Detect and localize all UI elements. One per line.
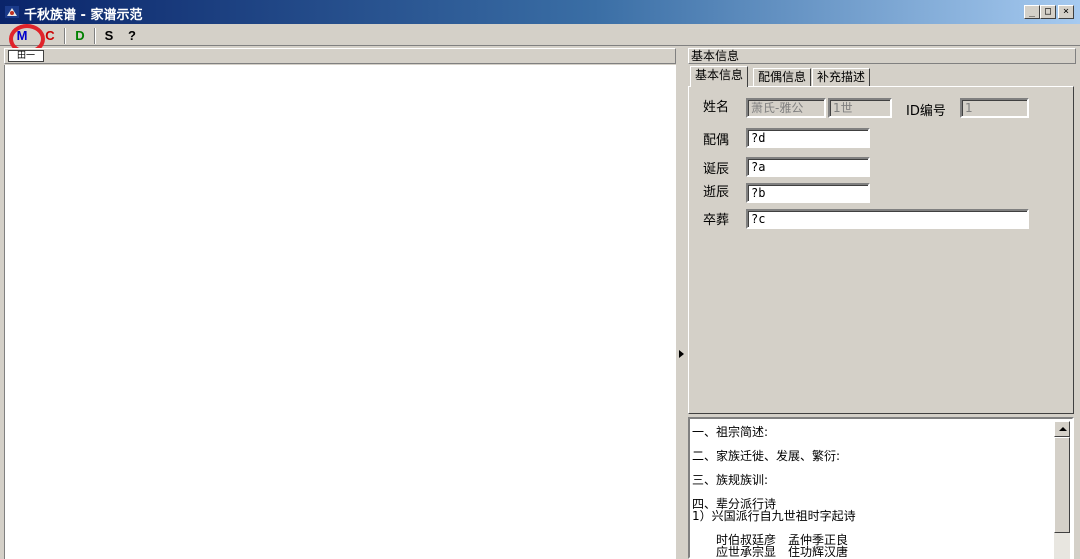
minimize-button[interactable]: _ <box>1024 5 1040 19</box>
tab-supplement[interactable]: 补充描述 <box>812 68 871 87</box>
expand-arrow-icon[interactable] <box>679 350 684 358</box>
burial-label: 卒葬 <box>703 213 730 228</box>
memo-line: 二、家族迁徙、发展、繁衍: <box>692 449 841 463</box>
toolbar-separator <box>94 28 96 44</box>
memo-line: 1）兴国派行自九世祖时字起诗 <box>692 509 856 523</box>
id-label: ID编号 <box>906 104 946 119</box>
memo-scrollbar[interactable] <box>1054 421 1070 559</box>
death-label: 逝辰 <box>703 185 730 200</box>
maximize-button[interactable]: □ <box>1040 5 1056 19</box>
memo-line: 一、祖宗简述: <box>692 425 769 439</box>
toolbar: M C D S ? <box>0 24 1080 46</box>
birth-label: 诞辰 <box>703 162 730 177</box>
pane-splitter[interactable] <box>677 48 686 559</box>
memo-line: 三、族规族训: <box>692 473 769 487</box>
name-label: 姓名 <box>703 100 730 115</box>
title-bar[interactable]: 千秋族谱 - 家谱示范 _ □ × <box>0 0 1080 24</box>
help-button[interactable]: ? <box>122 27 142 45</box>
tree-header <box>4 48 676 64</box>
window-title: 千秋族谱 - 家谱示范 <box>24 8 143 23</box>
tool-c-button[interactable]: C <box>40 27 60 45</box>
close-button[interactable]: × <box>1058 5 1074 19</box>
memo-line: 应世承宗显 住功辉汉唐 <box>716 545 849 559</box>
family-tree-area[interactable] <box>4 65 676 559</box>
tab-basic-info[interactable]: 基本信息 <box>690 66 749 87</box>
tool-d-button[interactable]: D <box>70 27 90 45</box>
birth-field[interactable]: ?a <box>746 157 870 177</box>
spouse-label: 配偶 <box>703 133 730 148</box>
tree-root-node[interactable]: 田一 <box>8 50 44 62</box>
id-field: 1 <box>960 98 1029 118</box>
app-icon <box>5 6 19 18</box>
scroll-thumb[interactable] <box>1054 437 1070 533</box>
spouse-field[interactable]: ?d <box>746 128 870 148</box>
description-memo[interactable]: 一、祖宗简述: 二、家族迁徙、发展、繁衍: 三、族规族训: 四、辈分派行诗 1）… <box>688 417 1074 559</box>
name-field: 萧氏-雅公 <box>746 98 826 118</box>
generation-field: 1世 <box>828 98 892 118</box>
tool-s-button[interactable]: S <box>99 27 119 45</box>
info-panel-header: 基本信息 <box>688 48 1076 64</box>
tool-m-button[interactable]: M <box>12 27 32 45</box>
burial-field[interactable]: ?c <box>746 209 1029 229</box>
app-window: 千秋族谱 - 家谱示范 _ □ × M C D S ? 田一 基本信息 基本信息… <box>0 0 1080 559</box>
tab-spouse-info[interactable]: 配偶信息 <box>753 68 812 87</box>
death-field[interactable]: ?b <box>746 183 870 203</box>
scroll-up-icon[interactable] <box>1054 421 1070 437</box>
toolbar-separator <box>64 28 66 44</box>
